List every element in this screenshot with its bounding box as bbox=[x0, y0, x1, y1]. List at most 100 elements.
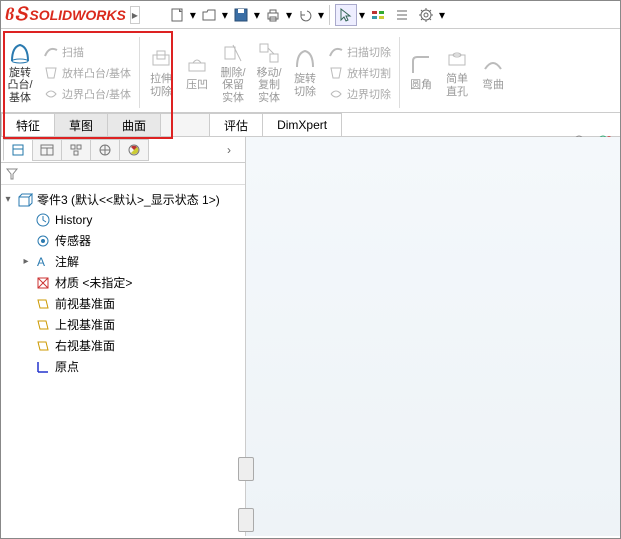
tree-history-label: History bbox=[55, 213, 92, 227]
fillet-icon bbox=[409, 53, 433, 77]
tree-root-label: 零件3 (默认<<默认>_显示状态 1>) bbox=[37, 191, 220, 208]
boundary-label: 边界凸台/基体 bbox=[62, 86, 131, 102]
toolbar-divider bbox=[329, 5, 330, 25]
flex-button[interactable]: 弯曲 bbox=[476, 33, 510, 112]
fillet-button[interactable]: 圆角 bbox=[404, 33, 438, 112]
sweep-icon bbox=[43, 44, 59, 60]
boundary-cut-label: 边界切除 bbox=[347, 86, 391, 102]
print-button[interactable] bbox=[262, 4, 284, 26]
svg-text:A: A bbox=[37, 255, 45, 269]
extrude-cut-button[interactable]: 拉伸切除 bbox=[144, 33, 178, 112]
select-dropdown-icon[interactable]: ▾ bbox=[359, 8, 365, 22]
tree-material-label: 材质 <未指定> bbox=[55, 274, 132, 291]
move-copy-label: 移动/复制实体 bbox=[254, 67, 284, 103]
panel-expand-arrow[interactable]: › bbox=[227, 143, 243, 157]
graphics-viewport[interactable] bbox=[246, 137, 620, 536]
tree-top-label: 上视基准面 bbox=[55, 316, 115, 333]
new-dropdown-icon[interactable]: ▾ bbox=[190, 8, 196, 22]
tree-root[interactable]: ▾ 零件3 (默认<<默认>_显示状态 1>) bbox=[3, 189, 243, 210]
sweep-button[interactable]: 扫描 bbox=[39, 42, 135, 62]
list-button[interactable] bbox=[391, 4, 413, 26]
delete-keep-label: 删除/保留实体 bbox=[218, 67, 248, 103]
tree-front-plane[interactable]: 前视基准面 bbox=[21, 293, 243, 314]
sensors-icon bbox=[35, 233, 51, 249]
tree-history[interactable]: History bbox=[21, 210, 243, 230]
plane-icon bbox=[35, 296, 51, 312]
tab-sketch[interactable]: 草图 bbox=[54, 113, 108, 136]
tab-blank bbox=[160, 113, 210, 136]
save-dropdown-icon[interactable]: ▾ bbox=[254, 8, 260, 22]
tree-right-label: 右视基准面 bbox=[55, 337, 115, 354]
open-button[interactable] bbox=[198, 4, 220, 26]
new-button[interactable] bbox=[166, 4, 188, 26]
indent-button[interactable]: 压凹 bbox=[180, 33, 214, 112]
property-manager-tab[interactable] bbox=[32, 139, 62, 161]
tree-annotations[interactable]: ▸A注解 bbox=[21, 251, 243, 272]
move-copy-button[interactable]: 移动/复制实体 bbox=[252, 33, 286, 112]
tree-sensors[interactable]: 传感器 bbox=[21, 230, 243, 251]
loft-cut-button[interactable]: 放样切割 bbox=[324, 63, 395, 83]
feature-tree-panel: › ▾ 零件3 (默认<<默认>_显示状态 1>) History 传感器 ▸ A… bbox=[1, 137, 246, 536]
revolve-cut-button[interactable]: 旋转切除 bbox=[288, 33, 322, 112]
collapse-icon[interactable]: ▾ bbox=[3, 194, 13, 205]
boundary-button[interactable]: 边界凸台/基体 bbox=[39, 84, 135, 104]
select-button[interactable] bbox=[335, 4, 357, 26]
open-dropdown-icon[interactable]: ▾ bbox=[222, 8, 228, 22]
boundary-cut-button[interactable]: 边界切除 bbox=[324, 84, 395, 104]
loft-cut-icon bbox=[328, 65, 344, 81]
part-icon bbox=[17, 192, 33, 208]
sweep-cut-icon bbox=[328, 44, 344, 60]
loft-label: 放样凸台/基体 bbox=[62, 65, 131, 81]
revolve-boss-label: 旋转凸台/基体 bbox=[5, 67, 35, 103]
delete-keep-button[interactable]: 删除/保留实体 bbox=[216, 33, 250, 112]
rebuild-button[interactable] bbox=[367, 4, 389, 26]
extrude-cut-label: 拉伸切除 bbox=[146, 73, 176, 97]
revolve-cut-label: 旋转切除 bbox=[290, 73, 320, 97]
revolve-boss-icon bbox=[8, 41, 32, 65]
panel-resize-handle[interactable] bbox=[238, 457, 254, 481]
panel-tabs: › bbox=[1, 137, 245, 163]
expand-icon[interactable]: ▸ bbox=[21, 256, 31, 267]
tab-evaluate[interactable]: 评估 bbox=[209, 113, 263, 136]
undo-dropdown-icon[interactable]: ▾ bbox=[318, 8, 324, 22]
flex-label: 弯曲 bbox=[482, 79, 504, 91]
app-logo: ϐՏ SOLIDWORKS bbox=[5, 4, 126, 25]
title-bar: ϐՏ SOLIDWORKS ▸ ▾ ▾ ▾ ▾ ▾ ▾ ▾ bbox=[1, 1, 620, 29]
boss-stack: 扫描 放样凸台/基体 边界凸台/基体 bbox=[39, 33, 135, 112]
save-button[interactable] bbox=[230, 4, 252, 26]
tree-material[interactable]: 材质 <未指定> bbox=[21, 272, 243, 293]
sweep-cut-button[interactable]: 扫描切除 bbox=[324, 42, 395, 62]
display-manager-tab[interactable] bbox=[119, 139, 149, 161]
brand-text: SOLIDWORKS bbox=[29, 7, 125, 23]
ribbon-separator bbox=[139, 37, 140, 108]
indent-icon bbox=[185, 53, 209, 77]
options-dropdown-icon[interactable]: ▾ bbox=[439, 8, 445, 22]
title-expand-arrow[interactable]: ▸ bbox=[130, 6, 140, 24]
tree-top-plane[interactable]: 上视基准面 bbox=[21, 314, 243, 335]
tab-dimxpert[interactable]: DimXpert bbox=[262, 113, 342, 136]
revolve-boss-button[interactable]: 旋转凸台/基体 bbox=[3, 33, 37, 112]
print-dropdown-icon[interactable]: ▾ bbox=[286, 8, 292, 22]
feature-tree: ▾ 零件3 (默认<<默认>_显示状态 1>) History 传感器 ▸A注解… bbox=[1, 185, 245, 381]
panel-resize-handle-2[interactable] bbox=[238, 508, 254, 532]
tab-dimxpert-label: DimXpert bbox=[277, 118, 327, 132]
dimxpert-manager-tab[interactable] bbox=[90, 139, 120, 161]
tree-front-label: 前视基准面 bbox=[55, 295, 115, 312]
simple-hole-button[interactable]: 简单直孔 bbox=[440, 33, 474, 112]
tree-sensors-label: 传感器 bbox=[55, 232, 91, 249]
revolve-cut-icon bbox=[293, 47, 317, 71]
tab-surface[interactable]: 曲面 bbox=[107, 113, 161, 136]
ribbon-separator bbox=[399, 37, 400, 108]
options-button[interactable] bbox=[415, 4, 437, 26]
tree-origin[interactable]: 原点 bbox=[21, 356, 243, 377]
tab-feature[interactable]: 特征 bbox=[1, 113, 55, 136]
tree-right-plane[interactable]: 右视基准面 bbox=[21, 335, 243, 356]
undo-button[interactable] bbox=[294, 4, 316, 26]
config-manager-tab[interactable] bbox=[61, 139, 91, 161]
filter-icon[interactable] bbox=[5, 167, 19, 181]
command-tab-bar: 特征 草图 曲面 评估 DimXpert bbox=[1, 113, 620, 137]
move-copy-icon bbox=[257, 41, 281, 65]
loft-button[interactable]: 放样凸台/基体 bbox=[39, 63, 135, 83]
feature-manager-tab[interactable] bbox=[3, 139, 33, 161]
boundary-cut-icon bbox=[328, 86, 344, 102]
